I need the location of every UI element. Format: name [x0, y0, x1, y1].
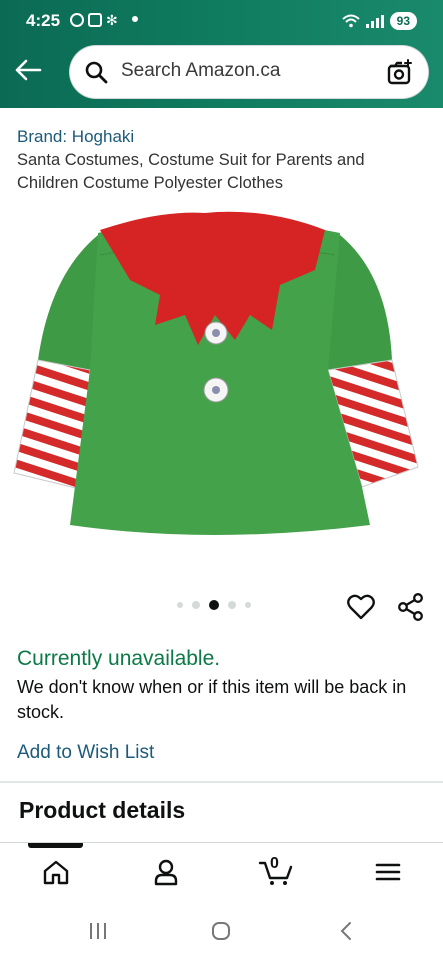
status-time: 4:25: [26, 11, 61, 30]
status-bar: 4:25 ✻ 93: [0, 0, 443, 42]
search-bar[interactable]: Search Amazon.ca: [70, 46, 428, 98]
app-header: 4:25 ✻ 93 Search Amazon.ca: [0, 0, 443, 108]
recent-apps-icon[interactable]: [88, 922, 108, 940]
availability-status: Currently unavailable.: [17, 647, 221, 670]
snowflake-icon: ✻: [106, 12, 118, 28]
search-input[interactable]: Search Amazon.ca: [121, 60, 280, 82]
active-tab-indicator: [28, 843, 83, 848]
search-icon: [85, 61, 108, 84]
messenger-icon: [70, 13, 84, 27]
screenshot-icon: [88, 13, 102, 27]
signal-icon: [365, 14, 384, 28]
heart-icon[interactable]: [347, 594, 375, 620]
carousel-dot[interactable]: [177, 602, 183, 608]
account-icon[interactable]: [151, 857, 181, 887]
camera-search-icon[interactable]: [386, 58, 414, 86]
menu-icon[interactable]: [373, 857, 403, 887]
home-button-icon[interactable]: [211, 921, 231, 941]
notification-icons: ✻: [70, 13, 118, 27]
brand-link[interactable]: Brand: Hoghaki: [17, 127, 134, 147]
more-notifications-dot: [132, 16, 138, 22]
carousel-dot-active[interactable]: [209, 600, 219, 610]
bottom-navigation: [0, 842, 443, 900]
add-to-wishlist-link[interactable]: Add to Wish List: [17, 742, 154, 764]
back-arrow-icon[interactable]: [13, 56, 43, 84]
product-image[interactable]: [10, 205, 433, 545]
image-carousel-dots[interactable]: [177, 600, 251, 610]
carousel-dot[interactable]: [192, 601, 200, 609]
section-divider: [0, 781, 443, 783]
availability-note: We don't know when or if this item will …: [17, 677, 407, 722]
share-icon[interactable]: [398, 593, 424, 621]
product-title: Santa Costumes, Costume Suit for Parents…: [17, 151, 365, 192]
home-icon[interactable]: [41, 857, 71, 887]
system-navigation-bar: [0, 900, 443, 960]
battery-indicator: 93: [389, 12, 417, 30]
system-status: 93: [341, 12, 417, 30]
wifi-icon: [341, 14, 360, 28]
cart-count-badge: 0: [270, 855, 279, 872]
product-details-heading[interactable]: Product details: [19, 797, 185, 824]
carousel-dot[interactable]: [245, 602, 251, 608]
back-button-icon[interactable]: [338, 921, 354, 941]
carousel-dot[interactable]: [228, 601, 236, 609]
